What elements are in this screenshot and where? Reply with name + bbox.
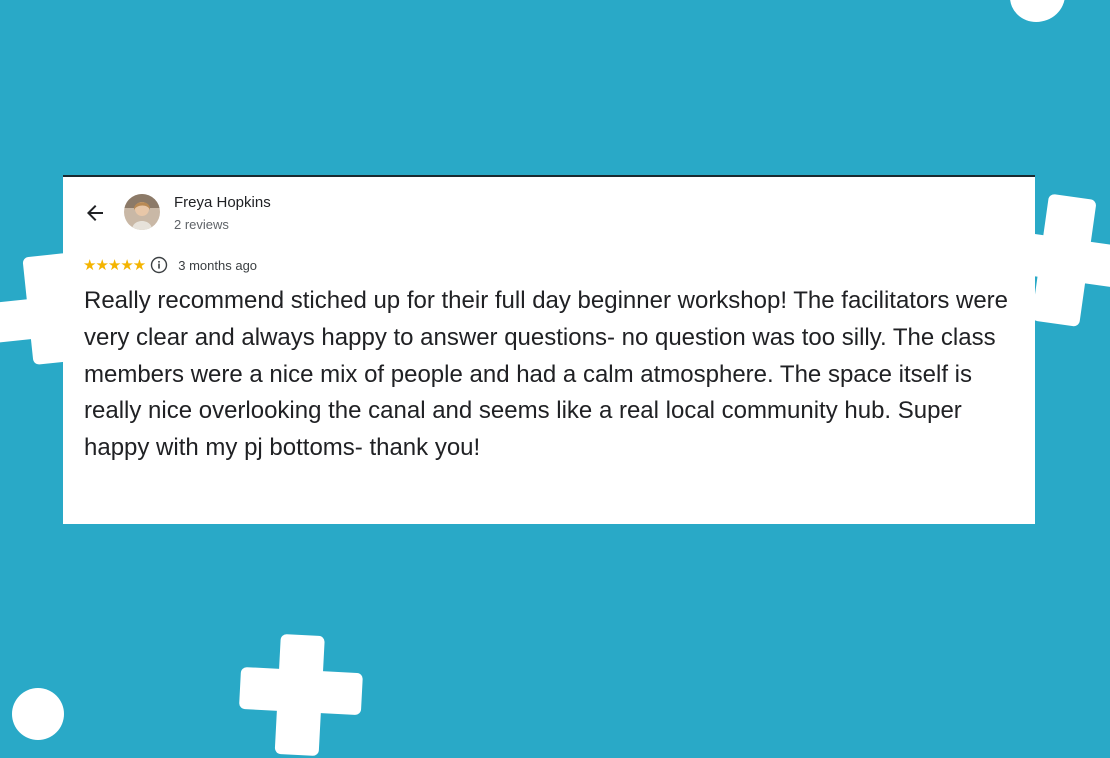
rating-row: ★★★★★ 3 months ago (83, 255, 257, 275)
decorative-blob (1010, 0, 1065, 22)
info-icon[interactable] (150, 256, 168, 274)
review-count: 2 reviews (174, 217, 229, 232)
decorative-dot (12, 688, 64, 740)
decorative-plus-bottom (237, 627, 363, 757)
arrow-back-icon[interactable] (83, 201, 107, 225)
star-rating: ★★★★★ (83, 256, 146, 274)
review-text: Really recommend stiched up for their fu… (84, 287, 1008, 462)
reviewer-name[interactable]: Freya Hopkins (174, 194, 271, 211)
avatar[interactable] (124, 194, 160, 230)
review-card: Freya Hopkins 2 reviews ★★★★★ 3 months a… (63, 175, 1035, 524)
review-time: 3 months ago (178, 257, 258, 273)
